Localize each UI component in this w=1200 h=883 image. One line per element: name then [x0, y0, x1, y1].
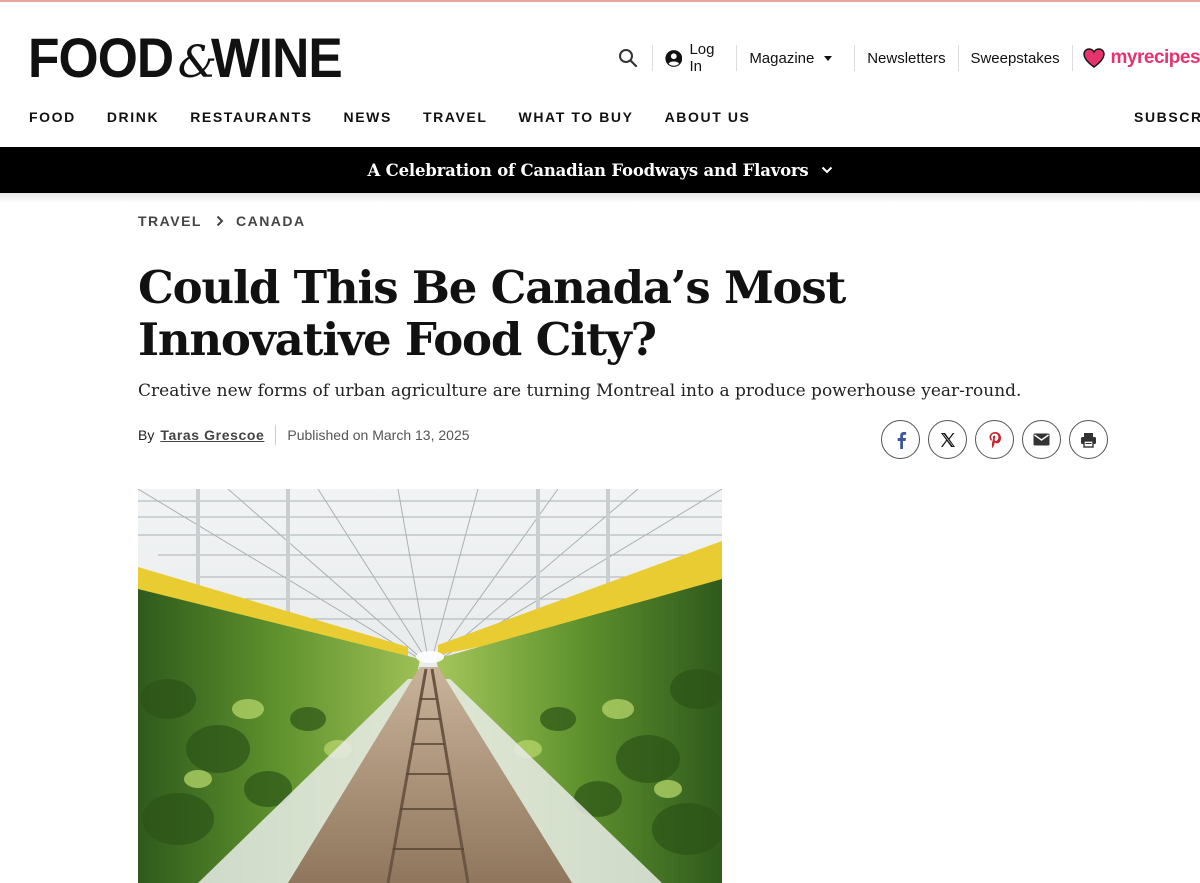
- banner-shadow: [0, 193, 1200, 203]
- print-button[interactable]: [1069, 420, 1108, 459]
- nav-item-travel[interactable]: TRAVEL: [423, 109, 488, 125]
- logo-food: FOOD: [28, 26, 174, 89]
- main-nav: FOOD DRINK RESTAURANTS NEWS TRAVEL WHAT …: [29, 109, 782, 125]
- by-label: By: [138, 427, 155, 443]
- share-facebook-button[interactable]: [881, 420, 920, 459]
- nav-item-about-us[interactable]: ABOUT US: [665, 109, 751, 125]
- facebook-icon: [897, 431, 906, 449]
- site-header: FOOD & WINE Log In Magazine Newsletters …: [0, 2, 1200, 100]
- chevron-down-icon: [821, 166, 833, 174]
- utility-bar: Log In Magazine Newsletters Sweepstakes …: [612, 38, 1200, 78]
- chevron-right-icon: [216, 215, 224, 227]
- share-email-button[interactable]: [1022, 420, 1061, 459]
- pinterest-icon: [989, 431, 1001, 448]
- article-dek: Creative new forms of urban agriculture …: [138, 381, 1022, 401]
- nav-item-drink[interactable]: DRINK: [107, 109, 159, 125]
- nav-item-news[interactable]: NEWS: [344, 109, 392, 125]
- nav-item-what-to-buy[interactable]: WHAT TO BUY: [519, 109, 634, 125]
- search-icon: [619, 49, 638, 68]
- banner-text: A Celebration of Canadian Foodways and F…: [367, 160, 809, 180]
- sweepstakes-label: Sweepstakes: [970, 49, 1060, 67]
- site-logo[interactable]: FOOD & WINE: [28, 26, 353, 89]
- print-icon: [1081, 432, 1096, 448]
- caret-down-icon: [824, 55, 833, 61]
- nav-item-food[interactable]: FOOD: [29, 109, 76, 125]
- byline: By Taras Grescoe Published on March 13, …: [138, 425, 470, 445]
- logo-wine: WINE: [210, 26, 343, 89]
- magazine-label: Magazine: [749, 49, 815, 67]
- search-button[interactable]: [612, 48, 652, 68]
- share-bar: [881, 420, 1116, 459]
- sweepstakes-link[interactable]: Sweepstakes: [958, 50, 1071, 67]
- nav-item-restaurants[interactable]: RESTAURANTS: [190, 109, 312, 125]
- magazine-dropdown[interactable]: Magazine: [737, 50, 854, 67]
- publish-date: Published on March 13, 2025: [287, 427, 470, 443]
- account-icon: [665, 49, 683, 67]
- hero-image: [138, 489, 722, 883]
- share-x-button[interactable]: [928, 420, 967, 459]
- breadcrumb: TRAVEL CANADA: [138, 213, 306, 229]
- login-link[interactable]: Log In: [653, 41, 737, 75]
- author-link[interactable]: Taras Grescoe: [160, 427, 264, 443]
- newsletters-label: Newsletters: [867, 49, 946, 67]
- x-icon: [940, 432, 955, 447]
- myrecipes-label: myrecipes: [1110, 47, 1200, 68]
- myrecipes-link[interactable]: myrecipes: [1073, 47, 1200, 69]
- heart-icon: [1082, 48, 1105, 68]
- breadcrumb-canada[interactable]: CANADA: [236, 213, 306, 229]
- login-label: Log In: [689, 41, 715, 75]
- greenhouse-photo: [138, 489, 722, 883]
- divider: [275, 425, 277, 445]
- email-icon: [1033, 433, 1050, 446]
- share-pinterest-button[interactable]: [975, 420, 1014, 459]
- breadcrumb-travel[interactable]: TRAVEL: [138, 213, 202, 229]
- subscribe-link[interactable]: SUBSCRIBE: [1134, 109, 1200, 125]
- article-title: Could This Be Canada’s Most Innovative F…: [138, 261, 846, 366]
- feature-banner[interactable]: A Celebration of Canadian Foodways and F…: [0, 147, 1200, 193]
- newsletters-link[interactable]: Newsletters: [855, 50, 957, 67]
